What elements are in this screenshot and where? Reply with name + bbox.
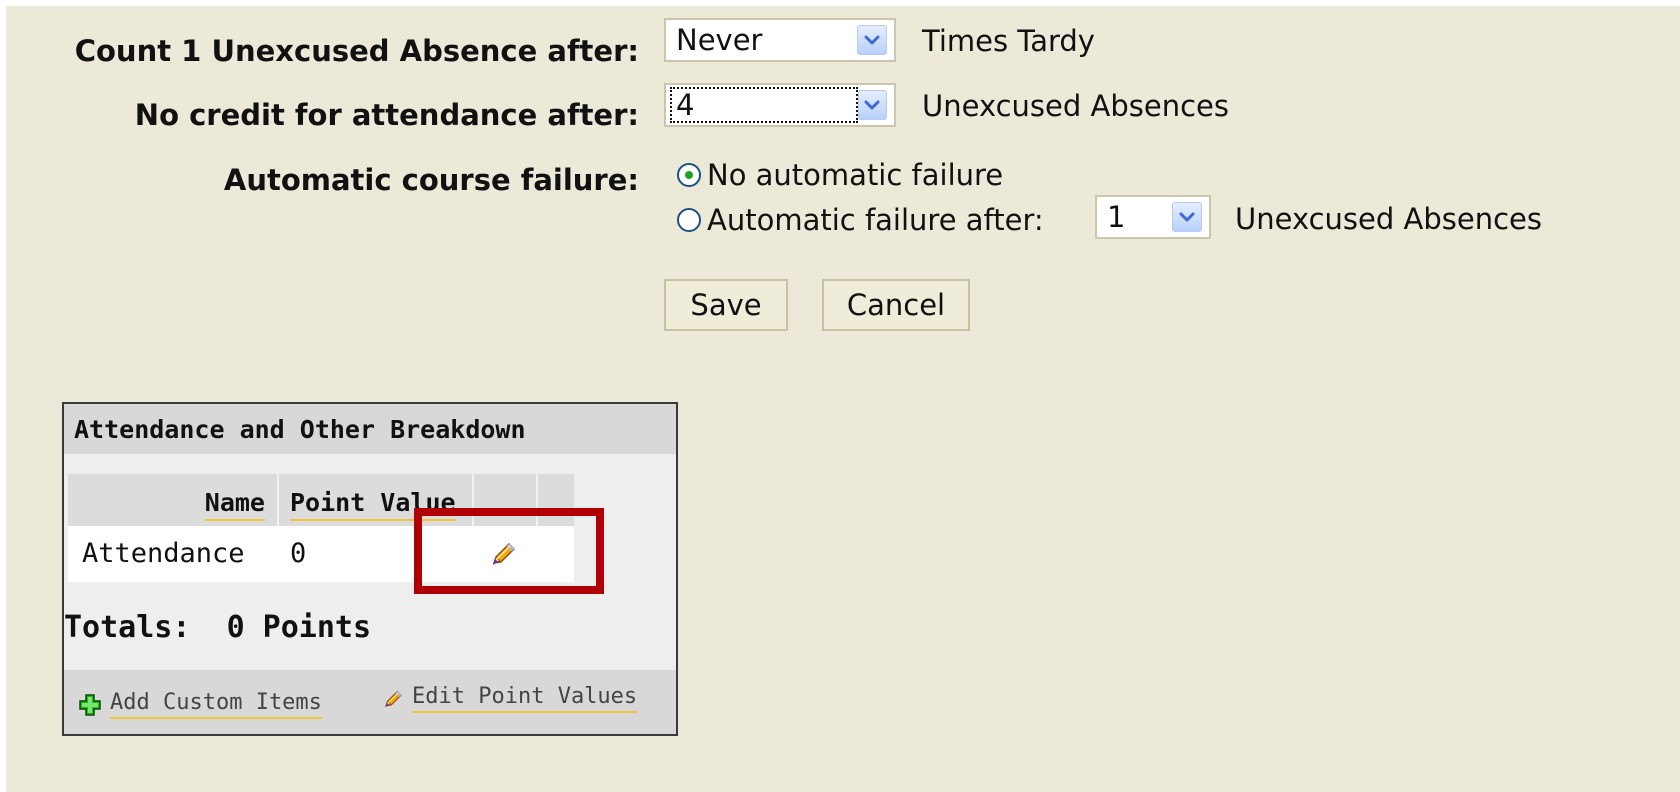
tardy-threshold-select[interactable]: Never <box>664 18 896 62</box>
attendance-name-cell: Attendance <box>82 538 245 569</box>
column-separator <box>472 474 474 526</box>
no-credit-value: 4 <box>670 87 858 123</box>
automatic-failure-after-option[interactable]: Automatic failure after: <box>677 203 1044 237</box>
plus-icon <box>79 693 101 716</box>
unexcused-absences-text: Unexcused Absences <box>922 89 1229 123</box>
attendance-breakdown-panel: Attendance and Other Breakdown Name Poin… <box>62 402 678 736</box>
totals-label: Totals: <box>64 610 191 645</box>
unselected-radio-icon[interactable] <box>677 208 701 232</box>
count-unexcused-absence-label: Count 1 Unexcused Absence after: <box>74 34 639 68</box>
chevron-down-icon[interactable] <box>857 25 887 55</box>
times-tardy-text: Times Tardy <box>922 24 1095 58</box>
automatic-failure-after-label: Automatic failure after: <box>707 203 1044 237</box>
attendance-point-value-cell: 0 <box>290 538 307 569</box>
add-custom-items-link[interactable]: Add Custom Items <box>78 690 322 719</box>
pencil-icon <box>385 690 402 707</box>
no-automatic-failure-option[interactable]: No automatic failure <box>677 158 1003 192</box>
no-credit-label: No credit for attendance after: <box>134 98 639 132</box>
no-credit-select[interactable]: 4 <box>664 83 896 127</box>
name-column-header[interactable]: Name <box>68 474 277 526</box>
automatic-failure-label: Automatic course failure: <box>223 163 639 197</box>
failure-unexcused-absences-text: Unexcused Absences <box>1235 202 1542 236</box>
chevron-down-icon[interactable] <box>1172 202 1202 232</box>
save-button[interactable]: Save <box>664 279 788 331</box>
breakdown-table-header: Name Point Value <box>68 474 574 526</box>
breakdown-actions-footer: Add Custom Items Edit Point Values <box>64 670 676 734</box>
attendance-breakdown-title: Attendance and Other Breakdown <box>64 404 676 454</box>
selected-radio-icon[interactable] <box>677 163 701 187</box>
point-value-column-header[interactable]: Point Value <box>278 474 474 526</box>
failure-threshold-value: 1 <box>1107 200 1126 234</box>
edit-point-values-label: Edit Point Values <box>412 684 638 713</box>
add-custom-items-label: Add Custom Items <box>110 690 322 719</box>
totals-value: 0 Points <box>226 610 372 645</box>
table-row: Attendance 0 <box>68 526 574 582</box>
failure-threshold-select[interactable]: 1 <box>1095 195 1211 239</box>
screenshot-canvas: Count 1 Unexcused Absence after: Never T… <box>0 0 1680 792</box>
totals-summary: Totals: 0 Points <box>64 610 371 645</box>
chevron-down-icon[interactable] <box>857 90 887 120</box>
cancel-button[interactable]: Cancel <box>822 279 970 331</box>
no-automatic-failure-label: No automatic failure <box>707 158 1004 192</box>
pencil-icon[interactable] <box>486 538 518 570</box>
column-separator <box>536 474 538 526</box>
tardy-threshold-value: Never <box>676 23 763 57</box>
edit-point-values-link[interactable]: Edit Point Values <box>380 684 638 713</box>
